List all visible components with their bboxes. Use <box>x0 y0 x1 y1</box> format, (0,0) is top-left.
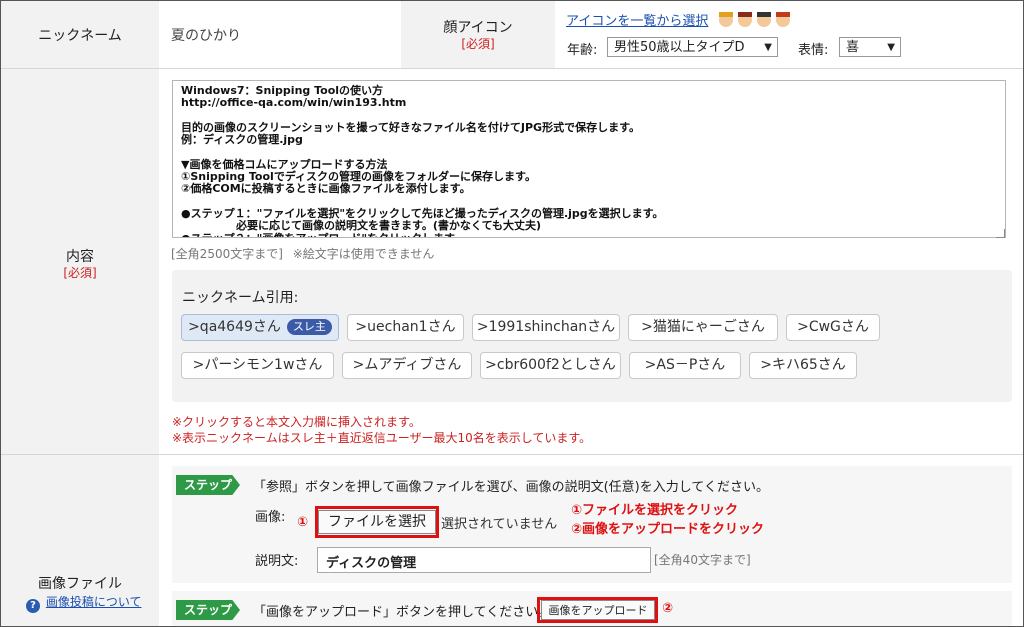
image-file-label: 画像ファイル <box>38 576 122 592</box>
icon-list-link[interactable]: アイコンを一覧から選択 <box>566 10 708 29</box>
highlight-box-upload-button <box>537 597 658 623</box>
description-input[interactable]: ディスクの管理 <box>317 547 651 573</box>
thread-owner-badge: スレ主 <box>286 319 332 335</box>
image-help-link[interactable]: 画像投稿について <box>46 595 142 609</box>
chevron-down-icon: ▼ <box>764 42 772 53</box>
avatar-2-icon <box>738 12 752 27</box>
quote-note-1: ※クリックすると本文入力欄に挿入されます。 <box>172 415 421 429</box>
nickname-value: 夏のひかり <box>171 28 241 44</box>
no-file-text: 選択されていません <box>441 517 558 532</box>
age-select-value: 男性50歳以上タイプD <box>614 40 745 55</box>
age-label: 年齢: <box>567 43 598 58</box>
avatar-4-icon <box>776 12 790 27</box>
quote-chip-asp[interactable]: >AS－Pさん <box>629 352 741 379</box>
avatar-1-icon <box>719 12 733 27</box>
post-form: ニックネーム 夏のひかり 顔アイコン [必須] アイコンを一覧から選択 年齢: … <box>0 0 1024 627</box>
description-value: ディスクの管理 <box>326 556 417 571</box>
step2-badge: ステップ2 <box>176 600 240 620</box>
description-label: 説明文: <box>255 554 299 569</box>
content-limit-note: [全角2500文字まで] ※絵文字は使用できません <box>171 245 434 262</box>
annotation-1: ①ファイルを選択をクリック <box>571 503 739 518</box>
quote-note-2: ※表示ニックネームはスレ主＋直近返信ユーザー最大10名を表示しています。 <box>172 431 592 445</box>
image-label: 画像: <box>255 510 286 525</box>
highlight-box-file-button <box>315 506 439 538</box>
chevron-down-icon: ▼ <box>887 42 895 53</box>
content-required: [必須] <box>63 266 97 280</box>
quote-chip-cbr600f2[interactable]: >cbr600f2としさん <box>480 352 621 379</box>
avatar-3-icon <box>757 12 771 27</box>
quote-chip-cwg[interactable]: >CwGさん <box>786 314 880 341</box>
annotation-2: ②画像をアップロードをクリック <box>571 522 765 537</box>
quote-chip-persimmon[interactable]: >パーシモン1wさん <box>181 352 334 379</box>
quote-chip-muadib[interactable]: >ムアディブさん <box>342 352 472 379</box>
content-textarea[interactable]: Windows7：Snipping Toolの使い方 http://office… <box>172 80 1006 238</box>
expression-select[interactable]: 喜 ▼ <box>839 37 901 57</box>
image-help[interactable]: ? 画像投稿について <box>26 593 141 613</box>
step1-badge: ステップ1 <box>176 475 240 495</box>
expression-label: 表情: <box>798 43 829 58</box>
avatar-icons <box>719 12 790 27</box>
content-label: 内容 <box>66 249 94 265</box>
quote-chip-1991shinchan[interactable]: >1991shinchanさん <box>472 314 620 341</box>
quote-chip-qa4649[interactable]: >qa4649さん スレ主 <box>181 314 339 341</box>
quote-title: ニックネーム引用: <box>182 290 299 306</box>
resize-handle-icon[interactable] <box>996 229 1005 238</box>
description-limit: [全角40文字まで] <box>654 553 751 567</box>
marker-1: ① <box>297 515 309 530</box>
quote-chip-uechan1[interactable]: >uechan1さん <box>347 314 464 341</box>
nickname-label: ニックネーム <box>38 28 122 44</box>
emoji-note: ※絵文字は使用できません <box>292 247 435 261</box>
age-select[interactable]: 男性50歳以上タイプD ▼ <box>607 37 778 57</box>
quote-chip-label: >qa4649さん <box>188 319 281 335</box>
face-icons <box>717 10 793 28</box>
quote-chip-kiha65[interactable]: >キハ65さん <box>749 352 857 379</box>
expression-select-value: 喜 <box>846 40 860 55</box>
step2-text: 「画像をアップロード」ボタンを押してください。 <box>253 605 552 620</box>
icon-label: 顔アイコン <box>443 20 513 36</box>
marker-2: ② <box>662 601 674 616</box>
quote-chip-nekoneko[interactable]: >猫猫にゃーごさん <box>628 314 778 341</box>
help-icon: ? <box>26 599 40 613</box>
content-limit: [全角2500文字まで] <box>171 247 283 261</box>
icon-required: [必須] <box>461 37 495 51</box>
step1-text: 「参照」ボタンを押して画像ファイルを選び、画像の説明文(任意)を入力してください… <box>253 480 769 495</box>
